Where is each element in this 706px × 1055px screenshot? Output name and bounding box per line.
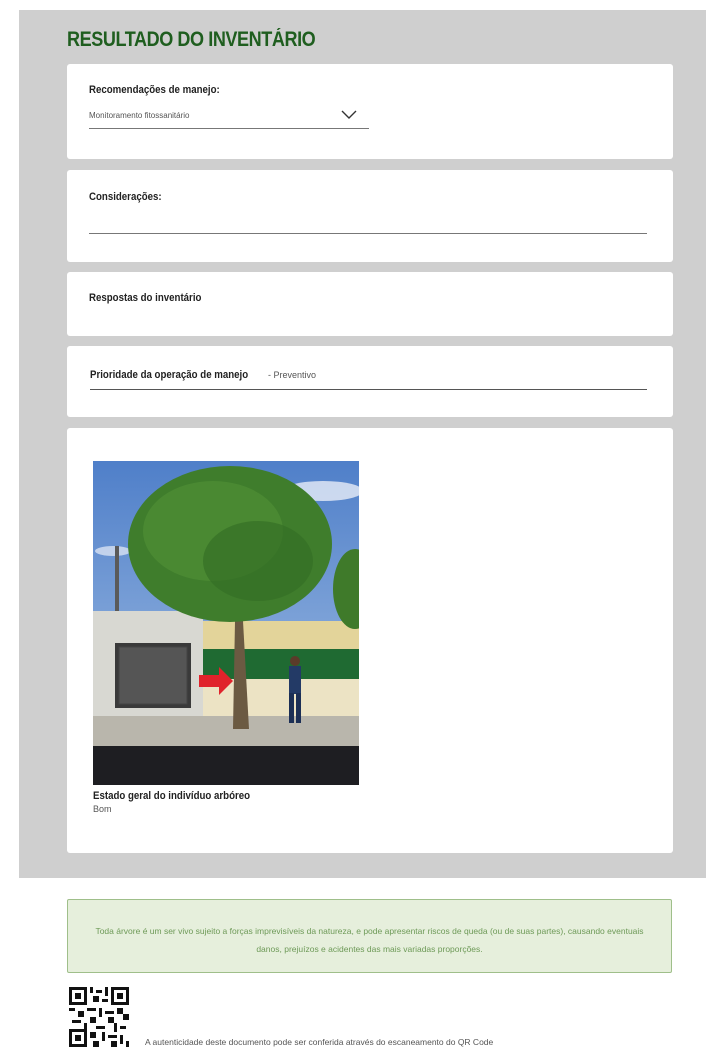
authenticity-text: A autenticidade deste documento pode ser… xyxy=(145,1037,494,1047)
considerations-label: Considerações: xyxy=(89,191,162,203)
management-select[interactable]: Monitoramento fitossanitário xyxy=(89,108,369,129)
priority-label: Prioridade da operação de manejo xyxy=(90,369,249,381)
priority-field: Prioridade da operação de manejo - Preve… xyxy=(90,367,647,390)
priority-value: - Preventivo xyxy=(268,370,317,380)
chevron-down-icon xyxy=(341,110,357,119)
photo-caption: Estado geral do indivíduo arbóreo xyxy=(93,790,251,802)
considerations-field[interactable] xyxy=(89,233,647,234)
tree-photo xyxy=(93,461,359,785)
photo-card: Estado geral do indivíduo arbóreo Bom xyxy=(67,428,673,853)
qr-code-icon xyxy=(69,987,129,1047)
risk-notice-text: Toda árvore é um ser vivo sujeito a forç… xyxy=(95,926,644,954)
responses-card: Respostas do inventário xyxy=(67,272,673,336)
management-select-value: Monitoramento fitossanitário xyxy=(89,111,190,120)
management-label: Recomendações de manejo: xyxy=(89,84,220,96)
inventory-result-page: RESULTADO DO INVENTÁRIO Recomendações de… xyxy=(0,0,706,1055)
risk-notice: Toda árvore é um ser vivo sujeito a forç… xyxy=(67,899,672,973)
management-card: Recomendações de manejo: Monitoramento f… xyxy=(67,64,673,159)
page-title: RESULTADO DO INVENTÁRIO xyxy=(67,28,316,51)
priority-card: Prioridade da operação de manejo - Preve… xyxy=(67,346,673,417)
photo-condition-value: Bom xyxy=(93,804,112,814)
considerations-card: Considerações: xyxy=(67,170,673,262)
responses-label: Respostas do inventário xyxy=(89,292,202,304)
